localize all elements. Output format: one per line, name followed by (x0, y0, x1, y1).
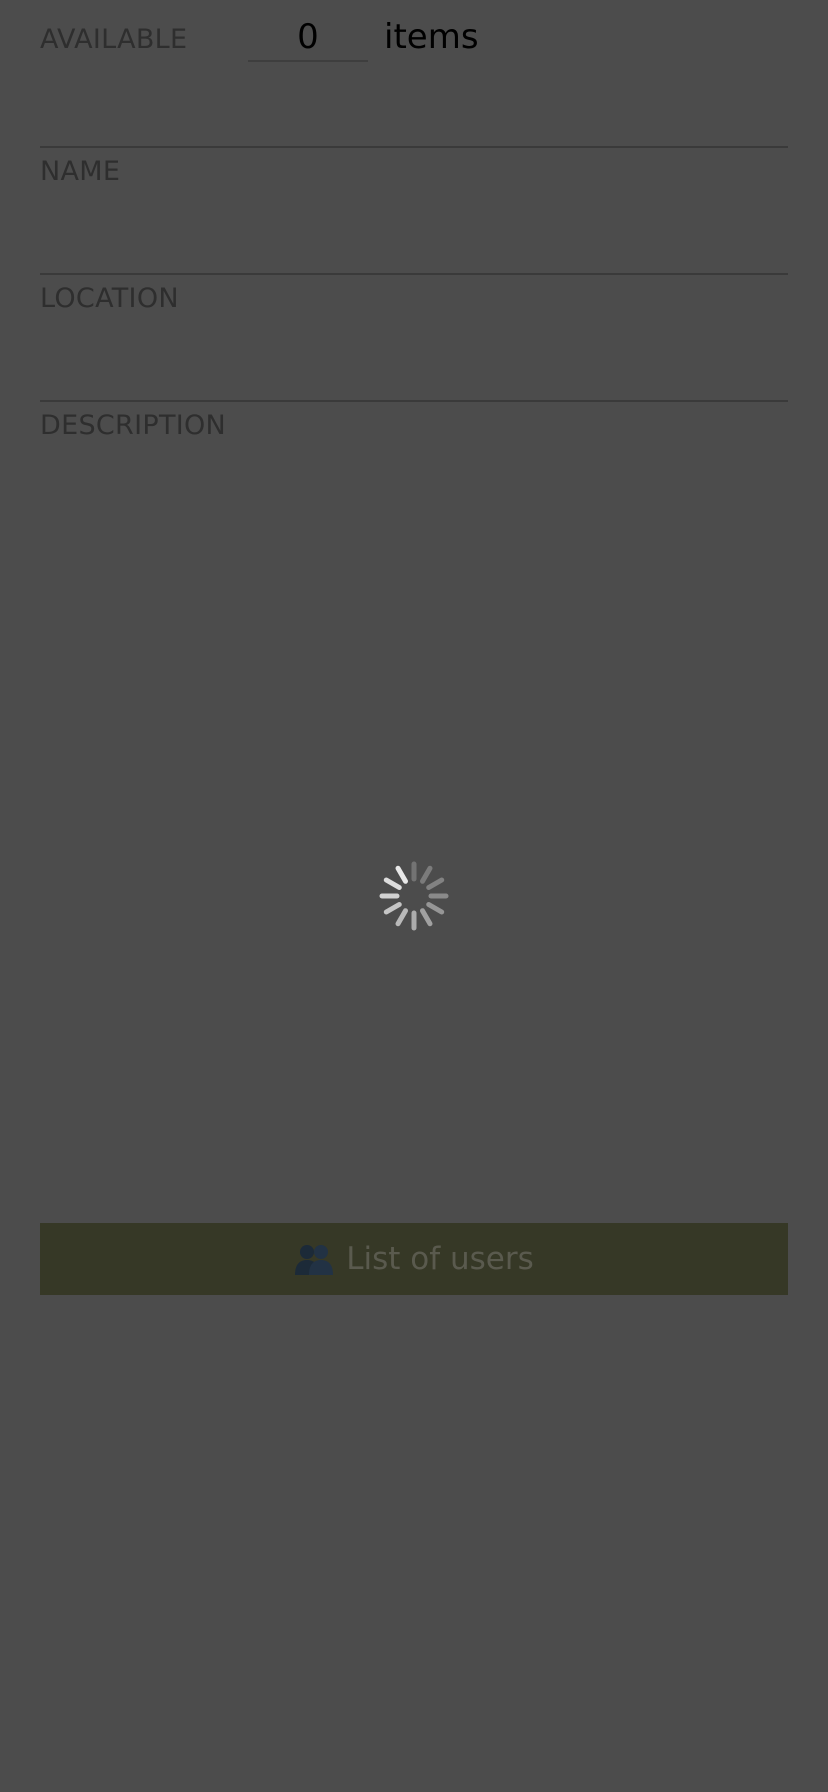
location-field[interactable] (40, 320, 788, 360)
available-label: AVAILABLE (40, 24, 188, 55)
location-label: LOCATION (40, 283, 179, 314)
description-field[interactable] (40, 448, 788, 828)
description-label: DESCRIPTION (40, 410, 227, 441)
list-of-users-button[interactable]: List of users (40, 1223, 788, 1295)
users-icon (294, 1242, 334, 1276)
loading-spinner-icon (378, 860, 450, 932)
divider-location (40, 400, 788, 402)
name-label: NAME (40, 156, 121, 187)
quantity-unit: items (384, 17, 479, 57)
divider-name (40, 273, 788, 275)
name-field[interactable] (40, 194, 788, 234)
quantity-input[interactable] (248, 14, 368, 62)
list-of-users-label: List of users (346, 1240, 534, 1277)
divider-top (40, 146, 788, 148)
